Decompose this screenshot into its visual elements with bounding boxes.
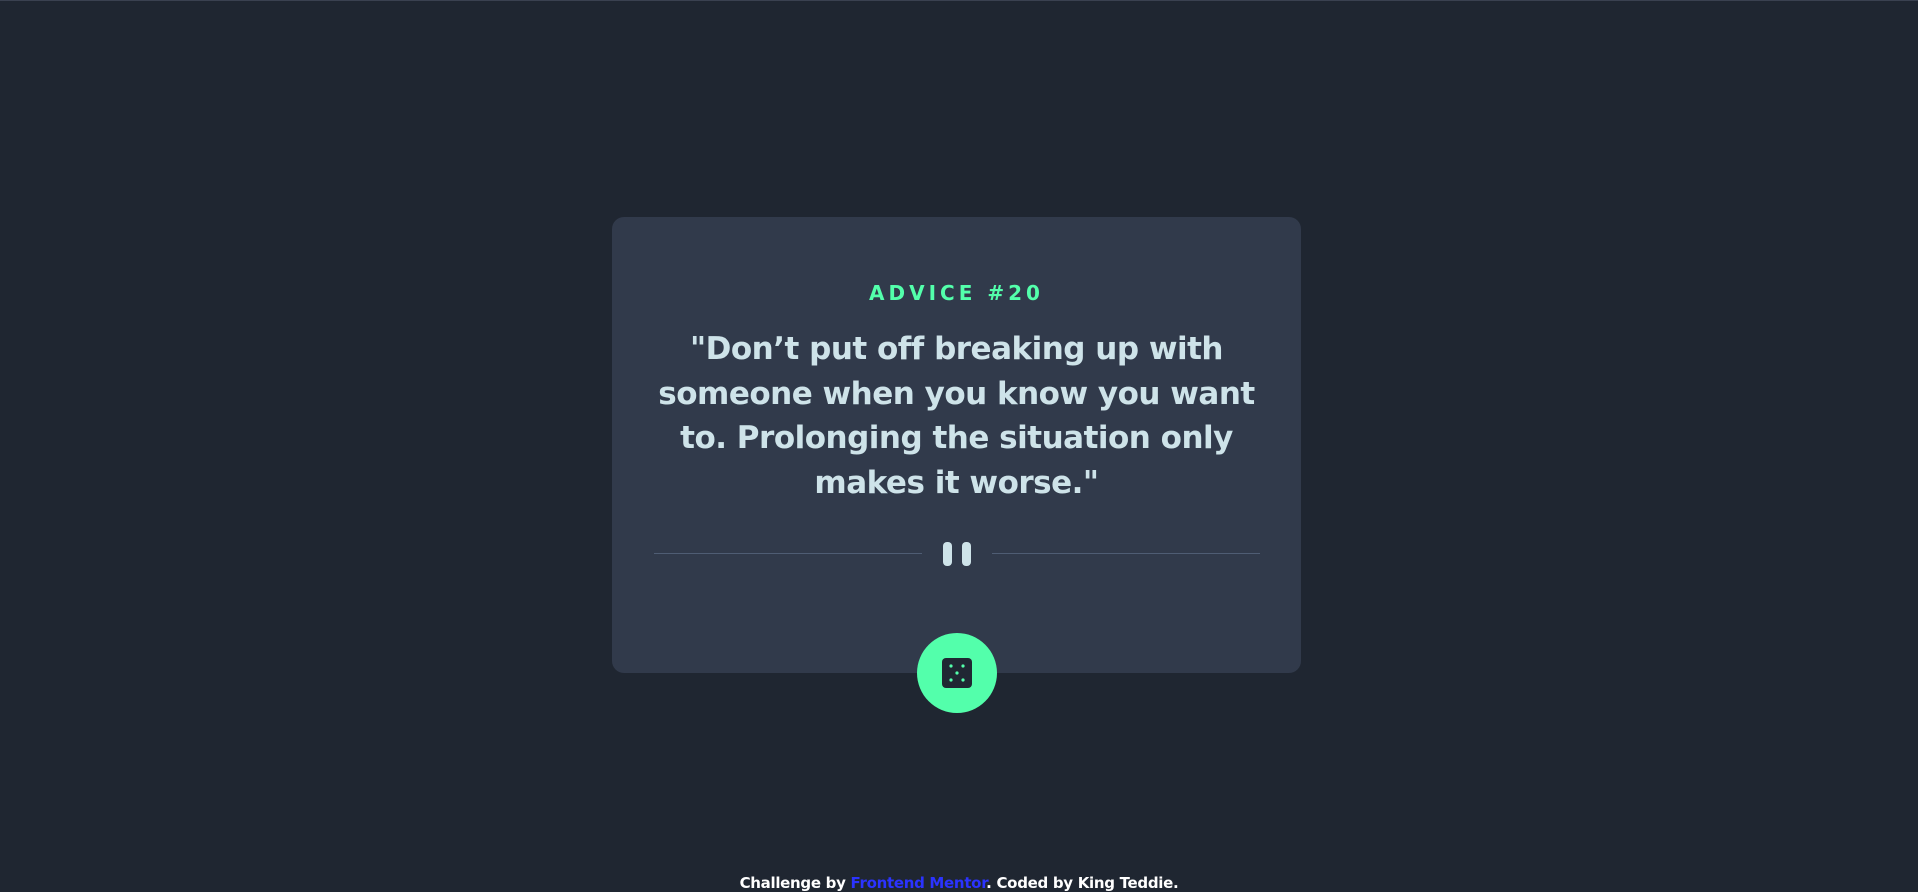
divider-line-right — [992, 553, 1260, 554]
pause-icon — [943, 542, 971, 566]
footer-middle: . Coded by — [986, 874, 1078, 892]
attribution-footer: Challenge by Frontend Mentor. Coded by K… — [0, 874, 1918, 892]
footer-prefix: Challenge by — [739, 874, 851, 892]
advice-number: ADVICE #20 — [869, 281, 1044, 305]
pause-bar-right — [962, 542, 971, 566]
advice-card: ADVICE #20 "Don’t put off breaking up wi… — [612, 217, 1301, 673]
footer-suffix: . — [1173, 874, 1179, 892]
footer-author: King Teddie — [1077, 874, 1174, 892]
frontend-mentor-link[interactable]: Frontend Mentor — [850, 874, 986, 892]
divider-line-left — [654, 553, 922, 554]
pause-bar-left — [943, 542, 952, 566]
dice-icon — [942, 658, 972, 688]
advice-quote: "Don’t put off breaking up with someone … — [658, 331, 1255, 501]
new-advice-button[interactable] — [917, 633, 997, 713]
